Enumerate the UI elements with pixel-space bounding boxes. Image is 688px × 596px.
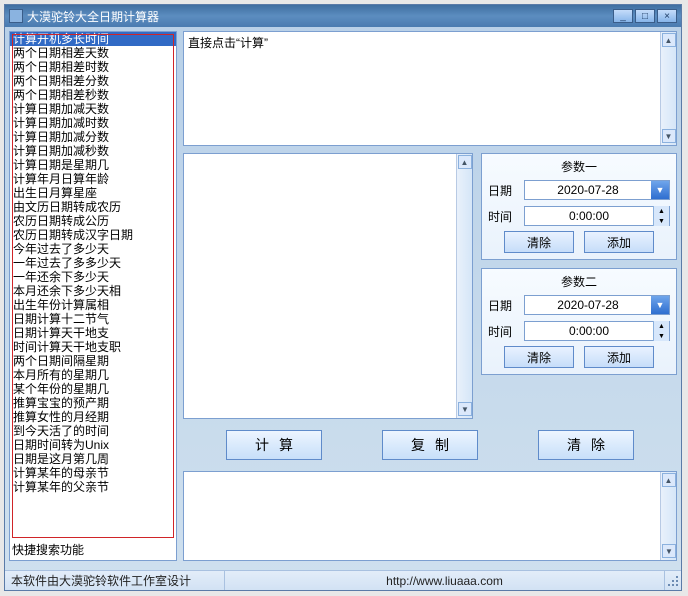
status-url[interactable]: http://www.liuaaa.com — [225, 571, 665, 590]
calculate-button[interactable]: 计算 — [226, 430, 322, 460]
close-button[interactable]: × — [657, 9, 677, 23]
param1-title: 参数一 — [488, 158, 670, 175]
instruction-text: 直接点击“计算” — [188, 36, 268, 50]
param2-time-label: 时间 — [488, 323, 524, 340]
statusbar: 本软件由大漠驼铃软件工作室设计 http://www.liuaaa.com — [5, 570, 681, 590]
param-group-1: 参数一 日期 2020-07-28 ▼ 时间 0:00:00 ▲▼ — [481, 153, 677, 260]
param1-add-button[interactable]: 添加 — [584, 231, 654, 253]
scroll-up-icon[interactable]: ▲ — [662, 473, 676, 487]
sidebar-item[interactable]: 某个年份的星期几 — [10, 382, 176, 396]
sidebar-item[interactable]: 计算日期加减分数 — [10, 130, 176, 144]
param1-time-label: 时间 — [488, 208, 524, 225]
client-area: 计算开机多长时间两个日期相差天数两个日期相差时数两个日期相差分数两个日期相差秒数… — [5, 27, 681, 570]
clear-button[interactable]: 清除 — [538, 430, 634, 460]
sidebar-item[interactable]: 计算某年的父亲节 — [10, 480, 176, 494]
param1-date-value: 2020-07-28 — [525, 183, 651, 197]
app-icon — [9, 9, 23, 23]
sidebar-item[interactable]: 出生年份计算属相 — [10, 298, 176, 312]
param1-date-input[interactable]: 2020-07-28 ▼ — [524, 180, 670, 200]
mid-area: ▲ ▼ 参数一 日期 2020-07-28 ▼ 时间 — [183, 153, 677, 421]
sidebar-item[interactable]: 计算某年的母亲节 — [10, 466, 176, 480]
param2-title: 参数二 — [488, 273, 670, 290]
app-window: 大漠驼铃大全日期计算器 _ □ × 计算开机多长时间两个日期相差天数两个日期相差… — [4, 4, 682, 591]
instruction-box: 直接点击“计算” ▲ ▼ — [183, 31, 677, 146]
sidebar-item[interactable]: 时间计算天干地支职 — [10, 340, 176, 354]
sidebar-item[interactable]: 日期计算天干地支 — [10, 326, 176, 340]
scroll-up-icon[interactable]: ▲ — [662, 33, 676, 47]
param-group-2: 参数二 日期 2020-07-28 ▼ 时间 0:00:00 ▲▼ — [481, 268, 677, 375]
dropdown-icon[interactable]: ▼ — [651, 181, 669, 199]
log-scrollbar[interactable]: ▲ ▼ — [660, 472, 676, 560]
sidebar-item[interactable]: 两个日期相差时数 — [10, 60, 176, 74]
sidebar-item[interactable]: 两个日期间隔星期 — [10, 354, 176, 368]
params-panel: 参数一 日期 2020-07-28 ▼ 时间 0:00:00 ▲▼ — [481, 153, 677, 383]
param2-time-value: 0:00:00 — [525, 324, 653, 338]
resize-grip-icon[interactable] — [665, 573, 681, 589]
param1-time-input[interactable]: 0:00:00 ▲▼ — [524, 206, 670, 226]
titlebar: 大漠驼铃大全日期计算器 _ □ × — [5, 5, 681, 27]
param2-add-button[interactable]: 添加 — [584, 346, 654, 368]
sidebar-item[interactable]: 计算开机多长时间 — [10, 32, 176, 46]
maximize-button[interactable]: □ — [635, 9, 655, 23]
sidebar-item[interactable]: 日期是这月第几周 — [10, 452, 176, 466]
time-spinner[interactable]: ▲▼ — [653, 321, 669, 341]
log-box[interactable]: ▲ ▼ — [183, 471, 677, 561]
copy-button[interactable]: 复制 — [382, 430, 478, 460]
sidebar-item[interactable]: 推算宝宝的预产期 — [10, 396, 176, 410]
window-title: 大漠驼铃大全日期计算器 — [27, 8, 613, 25]
param2-clear-button[interactable]: 清除 — [504, 346, 574, 368]
window-buttons: _ □ × — [613, 9, 677, 23]
param2-date-value: 2020-07-28 — [525, 298, 651, 312]
scroll-down-icon[interactable]: ▼ — [662, 544, 676, 558]
sidebar-item[interactable]: 今年过去了多少天 — [10, 242, 176, 256]
minimize-button[interactable]: _ — [613, 9, 633, 23]
sidebar-item[interactable]: 本月还余下多少天相 — [10, 284, 176, 298]
sidebar-item[interactable]: 两个日期相差天数 — [10, 46, 176, 60]
sidebar-item[interactable]: 到今天活了的时间 — [10, 424, 176, 438]
time-spinner[interactable]: ▲▼ — [653, 206, 669, 226]
dropdown-icon[interactable]: ▼ — [651, 296, 669, 314]
sidebar-item[interactable]: 两个日期相差分数 — [10, 74, 176, 88]
instruction-scrollbar[interactable]: ▲ ▼ — [660, 32, 676, 145]
sidebar-item[interactable]: 计算日期是星期几 — [10, 158, 176, 172]
sidebar-item[interactable]: 计算日期加减天数 — [10, 102, 176, 116]
sidebar-item[interactable]: 推算女性的月经期 — [10, 410, 176, 424]
sidebar-item[interactable]: 计算日期加减时数 — [10, 116, 176, 130]
sidebar-item[interactable]: 本月所有的星期几 — [10, 368, 176, 382]
sidebar-item[interactable]: 日期时间转为Unix — [10, 438, 176, 452]
param1-date-label: 日期 — [488, 182, 524, 199]
scroll-down-icon[interactable]: ▼ — [458, 402, 472, 416]
sidebar-item[interactable]: 一年还余下多少天 — [10, 270, 176, 284]
sidebar-item[interactable]: 一年过去了多多少天 — [10, 256, 176, 270]
output-box[interactable]: ▲ ▼ — [183, 153, 473, 419]
function-list[interactable]: 计算开机多长时间两个日期相差天数两个日期相差时数两个日期相差分数两个日期相差秒数… — [9, 31, 177, 561]
main-buttons: 计算 复制 清除 — [183, 425, 677, 465]
output-scrollbar[interactable]: ▲ ▼ — [456, 154, 472, 418]
param1-time-value: 0:00:00 — [525, 209, 653, 223]
param2-time-input[interactable]: 0:00:00 ▲▼ — [524, 321, 670, 341]
param1-clear-button[interactable]: 清除 — [504, 231, 574, 253]
sidebar-item[interactable]: 农历日期转成汉字日期 — [10, 228, 176, 242]
status-credit: 本软件由大漠驼铃软件工作室设计 — [5, 571, 225, 590]
scroll-down-icon[interactable]: ▼ — [662, 129, 676, 143]
sidebar-item[interactable]: 计算日期加减秒数 — [10, 144, 176, 158]
sidebar-item[interactable]: 出生日月算星座 — [10, 186, 176, 200]
sidebar-item[interactable]: 两个日期相差秒数 — [10, 88, 176, 102]
sidebar-item[interactable]: 农历日期转成公历 — [10, 214, 176, 228]
sidebar-item[interactable]: 计算年月日算年龄 — [10, 172, 176, 186]
scroll-up-icon[interactable]: ▲ — [458, 155, 472, 169]
param2-date-input[interactable]: 2020-07-28 ▼ — [524, 295, 670, 315]
sidebar-item[interactable]: 由文历日期转成农历 — [10, 200, 176, 214]
sidebar-footer: 快捷搜索功能 — [12, 541, 84, 558]
param2-date-label: 日期 — [488, 297, 524, 314]
sidebar-item[interactable]: 日期计算十二节气 — [10, 312, 176, 326]
